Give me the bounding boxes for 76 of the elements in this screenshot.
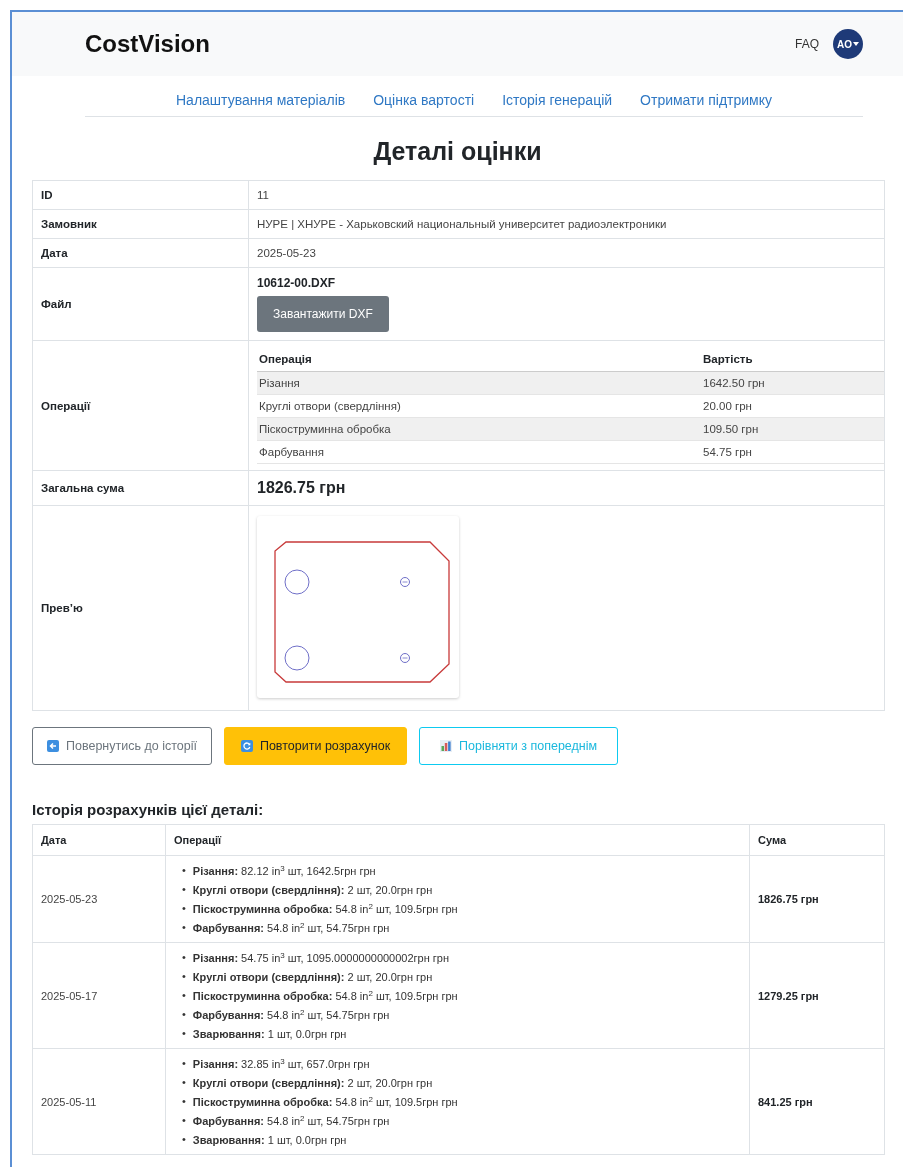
operation-item: Круглі отвори (свердління): 2 шт, 20.0грн грн — [192, 970, 433, 985]
bullet-marker: • — [182, 988, 186, 1003]
file-name: 10612-00.DXF — [257, 276, 337, 290]
field-label: Загальна сума — [32, 470, 249, 506]
table-cell: Фарбування — [257, 440, 701, 464]
user-avatar[interactable]: AO — [833, 29, 863, 59]
back-arrow-icon — [47, 740, 59, 752]
table-cell: Різання — [257, 371, 701, 395]
table-cell: 20.00 грн — [701, 394, 884, 418]
action-button[interactable]: Порівняти з попереднім — [419, 727, 619, 765]
operation-item: Зварювання: 1 шт, 0.0грн грн — [192, 1027, 347, 1042]
field-value: 2025-05-23 — [248, 238, 885, 268]
sum-cell: 1279.25 грн — [749, 942, 885, 1049]
bullet-marker: • — [182, 950, 186, 965]
field-label: Замовник — [32, 209, 249, 239]
bullet-marker: • — [182, 1094, 186, 1109]
field-label: Операції — [32, 340, 249, 471]
bullet-marker: • — [182, 1132, 186, 1147]
table-cell: Піскоструминна обробка — [257, 417, 701, 441]
operation-item: Піскоструминна обробка: 54.8 in$^{2}$ шт, 109.5грн грн — [192, 988, 458, 1004]
table-cell: 54.75 грн — [701, 440, 884, 464]
faq-link[interactable]: FAQ — [795, 37, 819, 51]
field-label: ID — [32, 180, 249, 210]
date-cell: 2025-05-17 — [32, 942, 166, 1049]
operation-item: Фарбування: 54.8 in$^{2}$ шт, 54.75грн грн — [192, 1007, 390, 1023]
section-title: Історія розрахунків цієї деталі: — [32, 801, 265, 818]
operation-item: Різання: 32.85 in$^{3}$ шт, 657.0грн грн — [192, 1056, 370, 1072]
page-title: Деталі оцінки — [372, 137, 543, 166]
field-value: 11 — [248, 180, 885, 210]
table-cell: Круглі отвори (свердління) — [257, 394, 701, 418]
date-cell: 2025-05-11 — [32, 1048, 166, 1155]
column-header: Операції — [165, 824, 750, 856]
column-header: Вартість — [701, 347, 884, 372]
field-label: Дата — [32, 238, 249, 268]
caret-icon — [853, 42, 859, 46]
bullet-marker: • — [182, 1075, 186, 1090]
brand-logo[interactable]: CostVision — [85, 30, 210, 58]
bullet-marker: • — [182, 1007, 186, 1022]
total-value: 1826.75 грн — [248, 470, 885, 506]
download-button[interactable]: Завантажити DXF — [257, 296, 389, 332]
field-label: Файл — [32, 267, 249, 341]
nav-link[interactable]: Отримати підтримку — [640, 92, 772, 108]
sum-cell: 1826.75 грн — [749, 855, 885, 943]
bullet-marker: • — [182, 969, 186, 984]
operation-item: Круглі отвори (свердління): 2 шт, 20.0грн грн — [192, 1076, 433, 1091]
bullet-marker: • — [182, 1113, 186, 1128]
field-label: Прев’ю — [32, 505, 249, 711]
nav-link[interactable]: Оцінка вартості — [373, 92, 475, 108]
operation-item: Зварювання: 1 шт, 0.0грн грн — [192, 1133, 347, 1148]
sum-cell: 841.25 грн — [749, 1048, 885, 1155]
nav-link[interactable]: Історія генерацій — [502, 92, 613, 108]
operation-item: Піскоструминна обробка: 54.8 in$^{2}$ шт, 109.5грн грн — [192, 1094, 458, 1110]
operation-item: Різання: 82.12 in$^{3}$ шт, 1642.5грн грн — [192, 863, 376, 879]
column-header: Сума — [749, 824, 885, 856]
nav-link[interactable]: Налаштування матеріалів — [176, 92, 346, 108]
operation-item: Фарбування: 54.8 in$^{2}$ шт, 54.75грн грн — [192, 920, 390, 936]
bar-chart-icon — [440, 740, 453, 752]
table-cell: 1642.50 грн — [701, 371, 884, 395]
column-header: Дата — [32, 824, 166, 856]
bullet-marker: • — [182, 901, 186, 916]
operation-item: Піскоструминна обробка: 54.8 in$^{2}$ шт, 109.5грн грн — [192, 901, 458, 917]
action-button[interactable]: Повернутись до історії — [32, 727, 212, 765]
operation-item: Круглі отвори (свердління): 2 шт, 20.0грн грн — [192, 883, 433, 898]
date-cell: 2025-05-23 — [32, 855, 166, 943]
column-header: Операція — [257, 347, 701, 372]
refresh-icon — [240, 740, 253, 752]
bullet-marker: • — [182, 1026, 186, 1041]
operation-item: Різання: 54.75 in$^{3}$ шт, 1095.0000000000002грн грн — [192, 950, 450, 966]
bullet-marker: • — [182, 1056, 186, 1071]
operation-item: Фарбування: 54.8 in$^{2}$ шт, 54.75грн грн — [192, 1113, 390, 1129]
action-button[interactable]: Повторити розрахунок — [223, 727, 408, 765]
field-value: НУРЕ | ХНУРЕ - Харьковский национальный университет радиоэлектроники — [248, 209, 885, 239]
bullet-marker: • — [182, 882, 186, 897]
bullet-marker: • — [182, 863, 186, 878]
table-cell: 109.50 грн — [701, 417, 884, 441]
bullet-marker: • — [182, 920, 186, 935]
